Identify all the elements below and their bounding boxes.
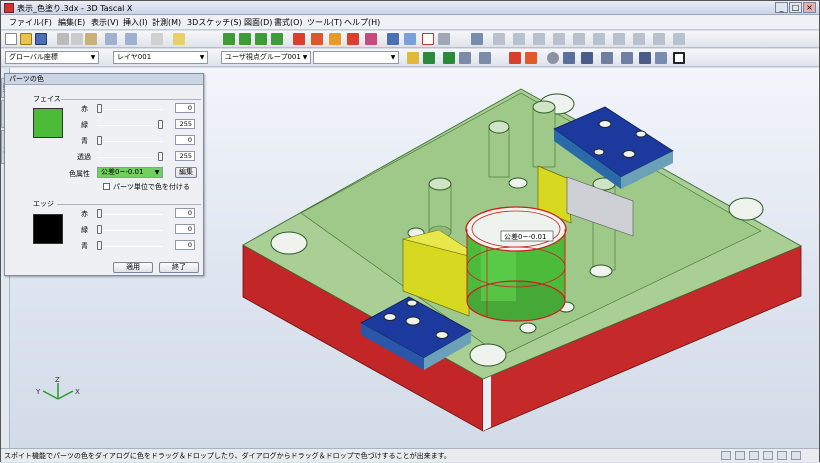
transparency-value[interactable]: 255 xyxy=(175,151,195,161)
axis-y-label: Y xyxy=(35,388,41,396)
face-red-slider[interactable] xyxy=(97,104,102,113)
part-color-dialog: パーツの色 フェイス 赤 0 緑 255 青 0 透過 255 色属性 公差0~… xyxy=(4,73,204,276)
axis-x-label: X xyxy=(75,388,80,396)
edge-blue-value[interactable]: 0 xyxy=(175,240,195,250)
edit-attr-button[interactable]: 編集 xyxy=(175,167,197,178)
edge-blue-slider[interactable] xyxy=(97,241,102,250)
chevron-down-icon: ▼ xyxy=(154,169,160,176)
edge-green-value[interactable]: 0 xyxy=(175,224,195,234)
cylinder-boss-1 xyxy=(428,177,452,233)
edge-group-line xyxy=(57,204,201,205)
edge-red-track xyxy=(97,214,163,215)
status-bar: スポイト機能でパーツの色をダイアログに色をドラッグ＆ドロップしたり、ダイアログか… xyxy=(1,448,819,462)
face-green-slider[interactable] xyxy=(158,120,163,129)
apply-button[interactable]: 適用 xyxy=(113,262,153,273)
face-green-label: 緑 xyxy=(81,121,88,129)
small-hole-1 xyxy=(589,264,613,278)
transparency-label: 透過 xyxy=(77,153,91,161)
corner-hole-3 xyxy=(728,197,764,221)
small-hole-4 xyxy=(519,322,537,334)
edge-blue-track xyxy=(97,246,163,247)
face-group-line xyxy=(61,99,201,100)
status-text: スポイト機能でパーツの色をダイアログに色をドラッグ＆ドロップしたり、ダイアログか… xyxy=(4,452,451,460)
tolerance-cylinder xyxy=(465,206,567,322)
status-icon-2[interactable] xyxy=(735,451,745,460)
transparency-slider[interactable] xyxy=(158,152,163,161)
face-red-value[interactable]: 0 xyxy=(175,103,195,113)
edge-color-swatch[interactable] xyxy=(33,214,63,244)
color-attr-label: 色属性 xyxy=(69,170,90,178)
block-corner-edge xyxy=(483,375,491,431)
face-blue-slider[interactable] xyxy=(97,136,102,145)
edge-red-value[interactable]: 0 xyxy=(175,208,195,218)
status-icon-5[interactable] xyxy=(777,451,787,460)
face-red-track xyxy=(97,109,163,110)
face-color-swatch[interactable] xyxy=(33,108,63,138)
edge-group-label: エッジ xyxy=(33,200,54,208)
status-icon-6[interactable] xyxy=(791,451,801,460)
small-hole-2 xyxy=(508,177,528,189)
face-blue-label: 青 xyxy=(81,137,88,145)
application-window: 表示_色塗り.3dx - 3D Tascal X _ □ × ファイル(F) 編… xyxy=(0,0,820,462)
corner-hole-4 xyxy=(469,343,507,367)
edge-green-label: 緑 xyxy=(81,226,88,234)
part-unit-color-label: パーツ単位で色を付ける xyxy=(113,183,190,191)
part-unit-color-checkbox[interactable] xyxy=(103,183,110,190)
edge-blue-label: 青 xyxy=(81,242,88,250)
face-blue-track xyxy=(97,141,163,142)
edge-red-slider[interactable] xyxy=(97,209,102,218)
cylinder-boss-3 xyxy=(532,100,556,168)
color-attr-select[interactable]: 公差0~-0.01 ▼ xyxy=(97,167,163,178)
tolerance-callout: 公差0~-0.01 xyxy=(504,232,546,241)
edge-green-slider[interactable] xyxy=(97,225,102,234)
transparency-track xyxy=(97,157,163,158)
axis-z-label: Z xyxy=(55,376,60,384)
face-green-value[interactable]: 255 xyxy=(175,119,195,129)
dialog-title: パーツの色 xyxy=(5,74,203,85)
cylinder-boss-2 xyxy=(488,120,510,178)
face-blue-value[interactable]: 0 xyxy=(175,135,195,145)
face-green-track xyxy=(97,125,163,126)
edge-green-track xyxy=(97,230,163,231)
status-icon-3[interactable] xyxy=(749,451,759,460)
status-icon-4[interactable] xyxy=(763,451,773,460)
axis-indicator: Z Y X xyxy=(35,376,80,400)
status-icon-1[interactable] xyxy=(721,451,731,460)
face-red-label: 赤 xyxy=(81,105,88,113)
close-dialog-button[interactable]: 終了 xyxy=(159,262,199,273)
corner-hole-1 xyxy=(270,231,308,255)
color-attr-value: 公差0~-0.01 xyxy=(101,168,144,176)
face-group-label: フェイス xyxy=(33,95,61,103)
edge-red-label: 赤 xyxy=(81,210,88,218)
